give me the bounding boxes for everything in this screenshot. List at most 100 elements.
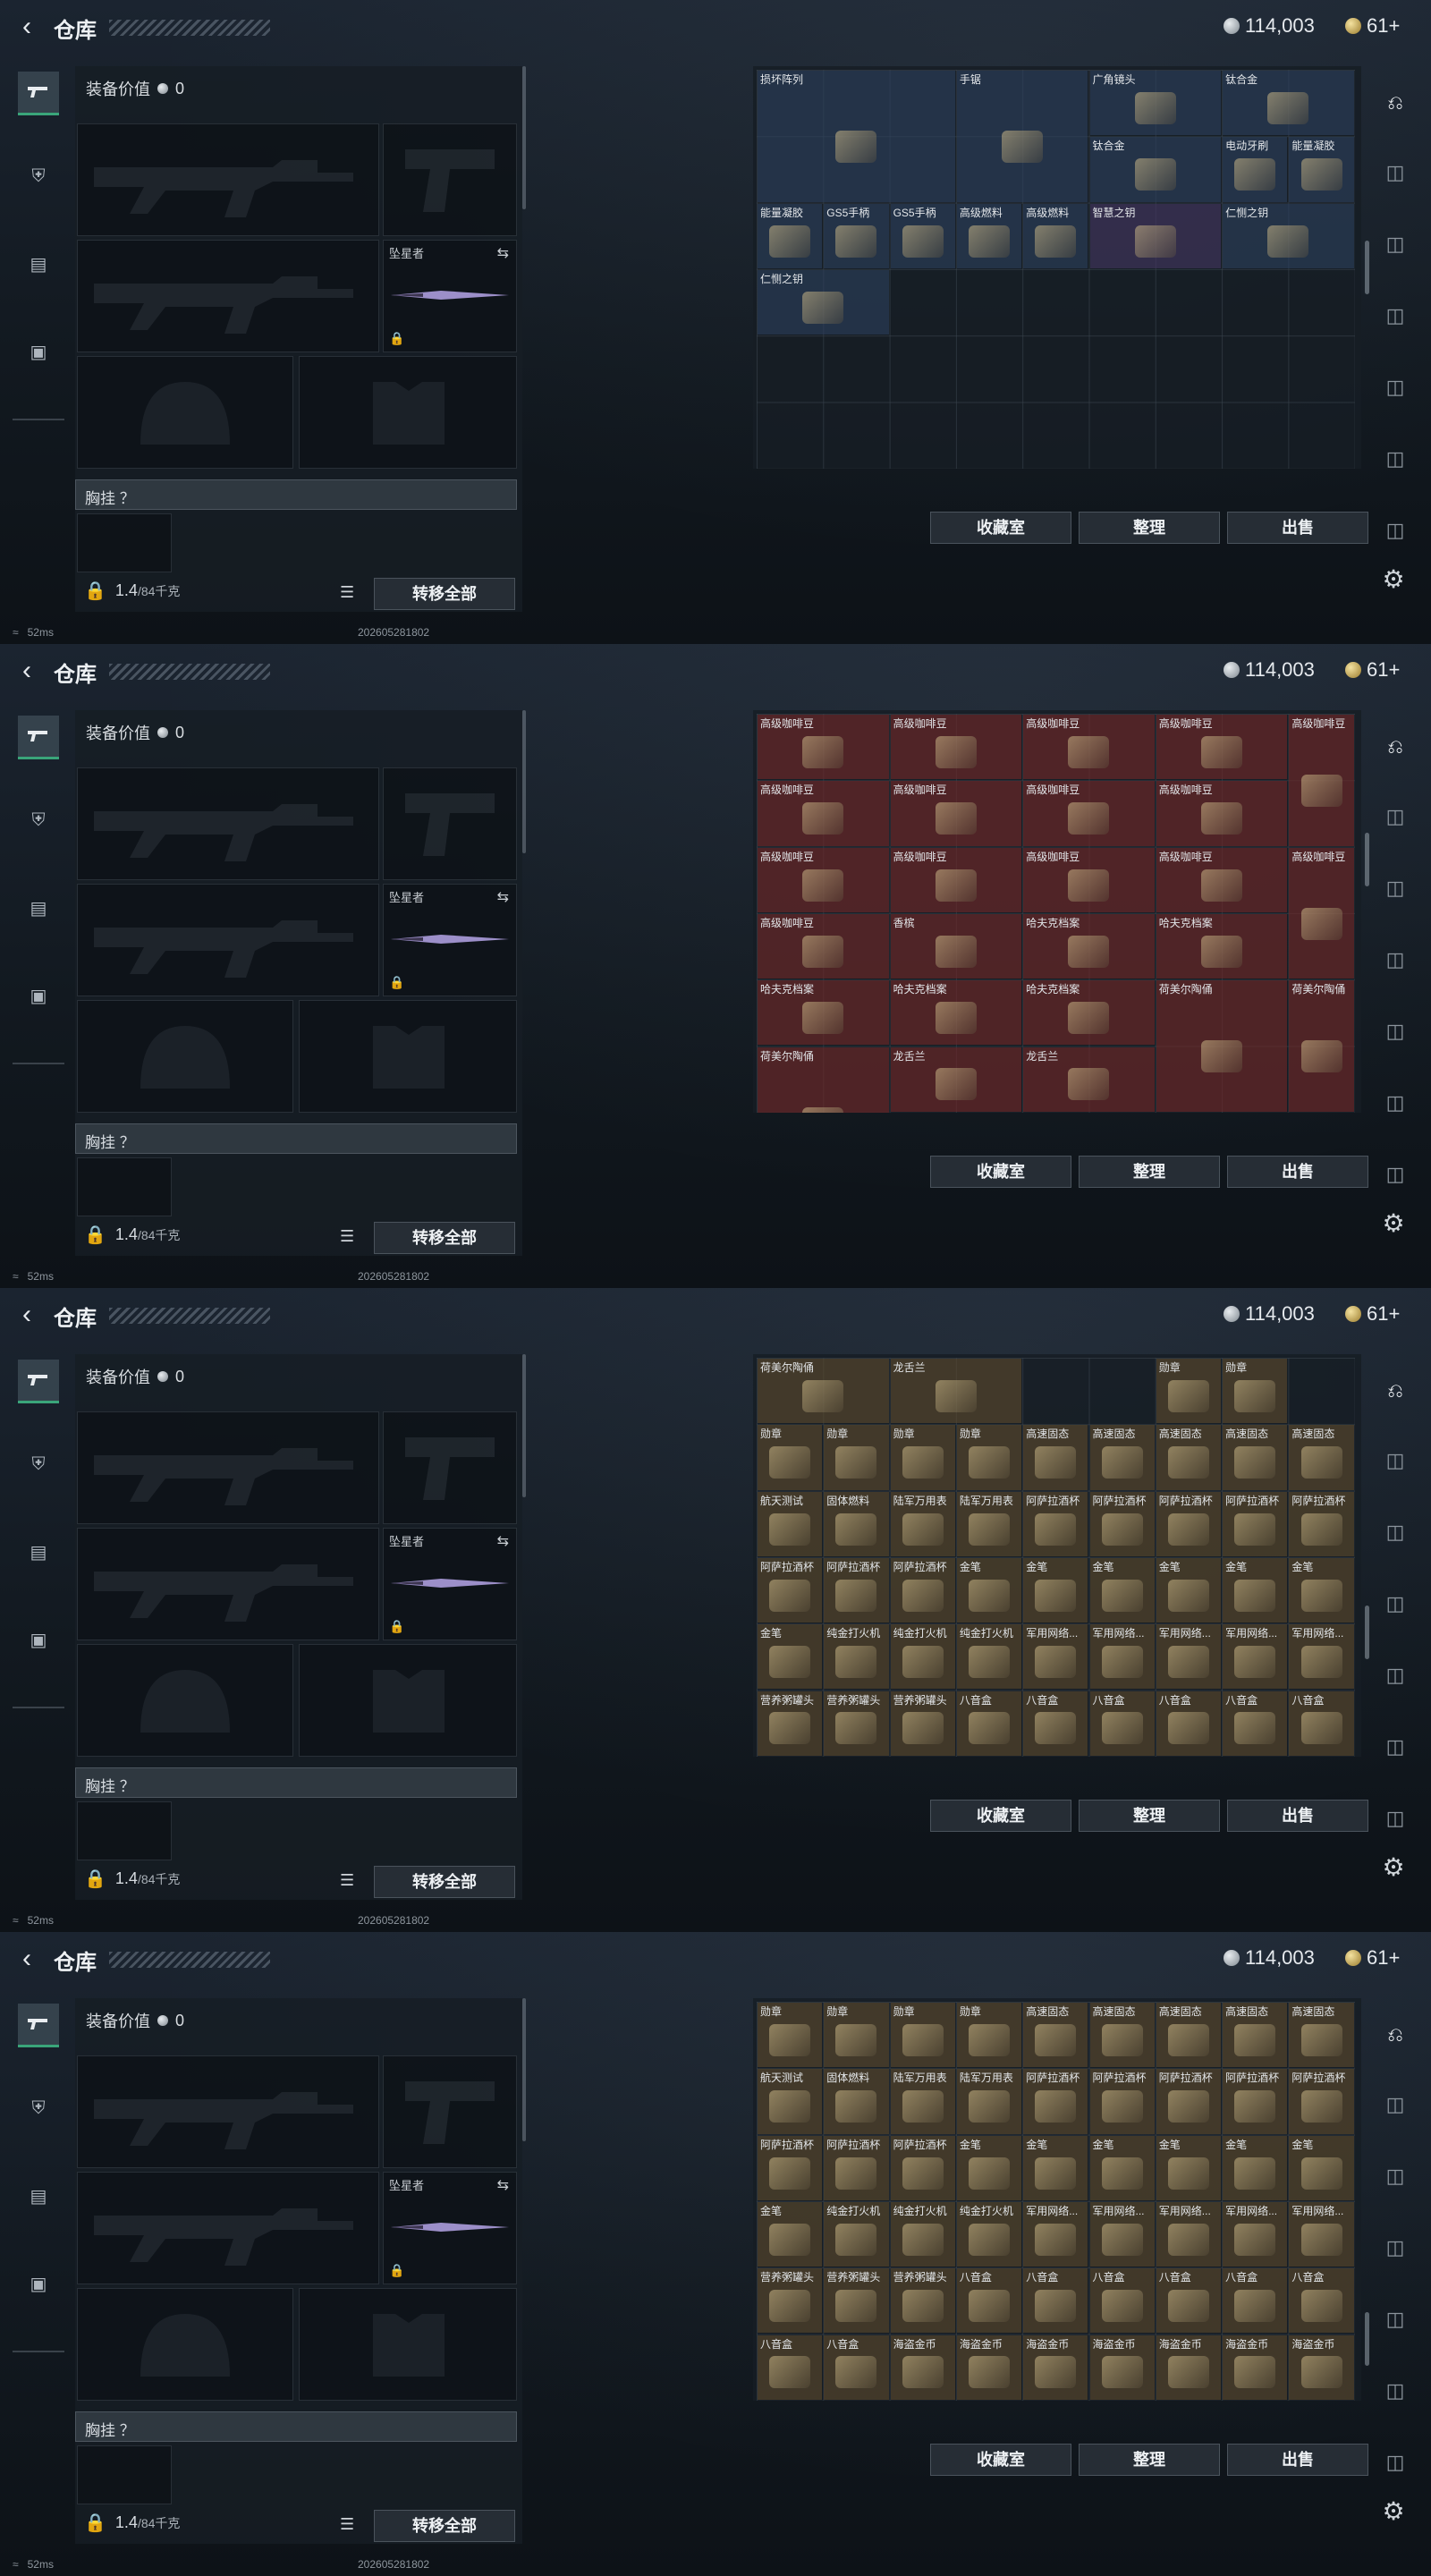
stash-item[interactable]: 香槟 [890,913,1022,979]
armor-icon[interactable]: ⛨ [18,1444,59,1485]
stash-item[interactable]: 军用网络... [1289,1624,1354,1690]
storage-tab-1-icon[interactable]: ◫ [1378,2088,1412,2122]
backpack-icon[interactable]: ▣ [18,1619,59,1660]
stash-item[interactable]: 阿萨拉酒杯 [1223,1491,1288,1556]
swap-icon[interactable]: ⇆ [497,888,509,906]
stash-item[interactable]: 勋章 [956,2003,1022,2068]
stash-item[interactable]: 高级咖啡豆 [1023,781,1155,846]
stash-item[interactable]: 龙舌兰 [1023,1046,1155,1112]
stash-item[interactable]: 能量凝胶 [758,203,823,268]
stash-item[interactable]: 金笔 [1289,1557,1354,1623]
stash-scrollbar[interactable] [1365,66,1369,469]
stash-item[interactable]: 损坏阵列 [758,71,955,202]
stash-item[interactable]: 八音盒 [1156,2268,1222,2334]
stash-item[interactable]: 高级燃料 [1023,203,1088,268]
stash-item[interactable]: 阿萨拉酒杯 [890,2135,955,2200]
stash-item[interactable]: 营养粥罐头 [890,2268,955,2334]
stash-item[interactable]: 纯金打火机 [890,1624,955,1690]
armor-slot[interactable] [299,1000,517,1113]
stash-item[interactable]: 金笔 [1223,2135,1288,2200]
backpack-icon[interactable]: ▣ [18,331,59,372]
storage-tab-6-icon[interactable]: ◫ [1378,1157,1412,1191]
stash-item[interactable]: 阿萨拉酒杯 [1089,1491,1155,1556]
sell-button[interactable]: 出售 [1227,512,1368,544]
armor-icon[interactable]: ⛨ [18,156,59,197]
back-arrow-icon[interactable]: ‹ [13,1301,41,1329]
stash-item[interactable]: 纯金打火机 [824,2201,889,2267]
storage-tab-4-icon[interactable]: ◫ [1378,2302,1412,2336]
storage-tab-4-icon[interactable]: ◫ [1378,370,1412,404]
stash-item[interactable]: 金笔 [1156,1557,1222,1623]
sort-button[interactable]: 整理 [1079,1800,1220,1832]
stash-item[interactable]: 陆军万用表 [956,2069,1022,2134]
chest-rig-slot[interactable] [77,1157,172,1216]
stash-item[interactable]: 军用网络... [1089,2201,1155,2267]
stash-item[interactable]: 金笔 [758,1624,823,1690]
transfer-all-button[interactable]: 转移全部 [374,1866,515,1898]
backpack-icon[interactable]: ▣ [18,975,59,1016]
stash-item[interactable]: 高级咖啡豆 [758,781,889,846]
stash-item[interactable]: 金笔 [956,2135,1022,2200]
pistol-slot[interactable] [383,1411,517,1524]
stash-scroll-thumb[interactable] [1365,241,1369,294]
pistol-slot[interactable] [383,767,517,880]
backpack-icon[interactable]: ▣ [18,2263,59,2304]
storage-tab-2-icon[interactable]: ◫ [1378,2159,1412,2193]
storage-tab-6-icon[interactable]: ◫ [1378,2445,1412,2479]
stash-item[interactable]: 荷美尔陶俑 [1156,980,1288,1112]
storage-tab-3-icon[interactable]: ◫ [1378,943,1412,977]
secondary-weapon-slot[interactable] [77,2172,379,2284]
stash-item[interactable]: 军用网络... [1223,1624,1288,1690]
stash-item[interactable]: 八音盒 [1223,2268,1288,2334]
stash-item[interactable]: 高级咖啡豆 [1289,847,1354,979]
sort-button[interactable]: 整理 [1079,512,1220,544]
sort-button[interactable]: 整理 [1079,1156,1220,1188]
stash-item[interactable]: 金笔 [1023,1557,1088,1623]
stash-item[interactable]: 高级咖啡豆 [758,715,889,780]
stash-tab-icon[interactable]: ⎌ [1378,2018,1412,2052]
stash-item[interactable]: 勋章 [824,2003,889,2068]
gun-icon[interactable] [18,1360,59,1403]
stash-item[interactable]: 钛合金 [1089,137,1222,202]
vest-icon[interactable]: ▤ [18,1531,59,1572]
primary-weapon-slot[interactable] [77,123,379,236]
stash-item[interactable]: 勋章 [890,2003,955,2068]
stash-tab-icon[interactable]: ⎌ [1378,730,1412,764]
stash-item[interactable]: 军用网络... [1156,2201,1222,2267]
stash-item[interactable]: 八音盒 [1289,2268,1354,2334]
stash-item[interactable]: 高级咖啡豆 [1156,847,1288,912]
stash-item[interactable]: 仁恻之钥 [758,269,889,335]
stash-item[interactable]: 八音盒 [1089,2268,1155,2334]
storage-tab-2-icon[interactable]: ◫ [1378,1515,1412,1549]
secondary-weapon-slot[interactable] [77,1528,379,1640]
stash-item[interactable]: 广角镜头 [1089,71,1222,136]
stash-item[interactable]: 八音盒 [758,2334,823,2400]
melee-slot[interactable]: 坠星者 ⇆ 🔒 [383,2172,517,2284]
gear-icon[interactable]: ⚙ [1377,564,1410,596]
swap-icon[interactable]: ⇆ [497,1532,509,1550]
stash-item[interactable]: 固体燃料 [824,2069,889,2134]
stash-item[interactable]: 八音盒 [1023,1690,1088,1756]
stash-item[interactable]: 阿萨拉酒杯 [758,2135,823,2200]
primary-weapon-slot[interactable] [77,767,379,880]
vest-icon[interactable]: ▤ [18,887,59,928]
stash-item[interactable]: 高级咖啡豆 [1156,715,1288,780]
storage-tab-2-icon[interactable]: ◫ [1378,871,1412,905]
list-icon[interactable]: ☰ [340,1228,360,1244]
stash-item[interactable]: 高级咖啡豆 [758,847,889,912]
stash-item[interactable]: 龙舌兰 [890,1046,1022,1112]
stash-item[interactable]: 军用网络... [1156,1624,1222,1690]
gun-icon[interactable] [18,716,59,759]
chest-rig-slot[interactable] [77,513,172,572]
stash-item[interactable]: 八音盒 [824,2334,889,2400]
chest-rig-bar[interactable]: 胸挂 ？ [75,2411,517,2442]
stash-item[interactable]: 陆军万用表 [890,1491,955,1556]
armor-icon[interactable]: ⛨ [18,800,59,841]
stash-item[interactable]: 阿萨拉酒杯 [1156,1491,1222,1556]
melee-slot[interactable]: 坠星者 ⇆ 🔒 [383,240,517,352]
stash-item[interactable]: 勋章 [1223,1359,1288,1424]
stash-item[interactable]: 高速固态 [1089,1425,1155,1490]
gear-icon[interactable]: ⚙ [1377,1852,1410,1884]
storage-tab-3-icon[interactable]: ◫ [1378,299,1412,333]
stash-item[interactable]: 八音盒 [956,2268,1022,2334]
